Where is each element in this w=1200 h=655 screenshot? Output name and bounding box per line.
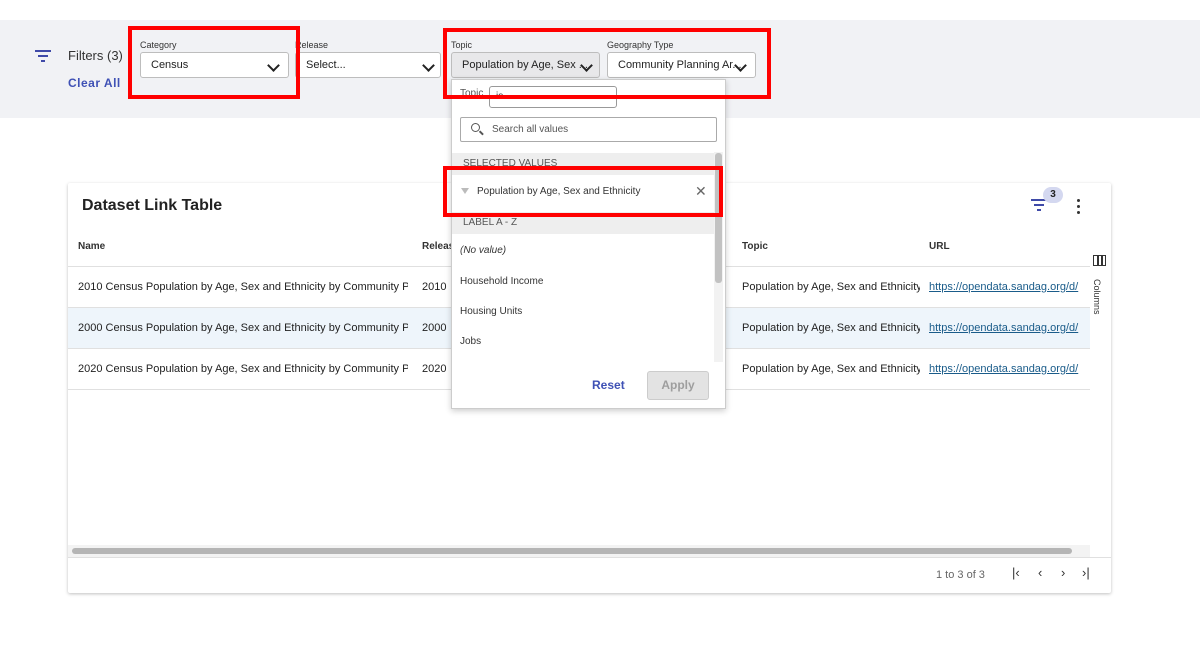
category-label: Category (140, 40, 177, 50)
column-header-topic[interactable]: Topic (742, 241, 768, 252)
columns-icon[interactable] (1093, 255, 1106, 266)
search-icon (471, 123, 480, 132)
topic-value: Population by Age, Sex ... (462, 59, 588, 71)
cell-topic: Population by Age, Sex and Ethnicity (742, 322, 920, 334)
list-item[interactable]: Household Income (460, 276, 543, 287)
release-select[interactable]: Select... (295, 52, 441, 78)
cell-topic: Population by Age, Sex and Ethnicity (742, 363, 920, 375)
next-page-button[interactable]: › (1061, 565, 1065, 580)
release-value: Select... (306, 59, 346, 71)
list-item[interactable]: (No value) (460, 245, 506, 256)
cell-release: 2020 (422, 363, 447, 375)
search-placeholder: Search all values (492, 124, 569, 135)
cell-name: 2000 Census Population by Age, Sex and E… (78, 322, 408, 334)
topic-select[interactable]: Population by Age, Sex ... (451, 52, 600, 78)
columns-panel-tab[interactable]: Columns (1092, 279, 1102, 315)
reset-button[interactable]: Reset (592, 378, 625, 392)
filter-list-icon[interactable] (35, 50, 51, 62)
cell-release: 2000 (422, 322, 447, 334)
close-icon[interactable]: ✕ (695, 183, 707, 200)
pagination-summary: 1 to 3 of 3 (936, 569, 985, 581)
more-options-icon[interactable] (1077, 199, 1081, 215)
release-label: Release (295, 40, 329, 50)
table-title: Dataset Link Table (82, 197, 223, 214)
cell-name: 2020 Census Population by Age, Sex and E… (78, 363, 408, 375)
search-input[interactable]: Search all values (460, 117, 717, 142)
category-select[interactable]: Census (140, 52, 289, 78)
cell-url-link[interactable]: https://opendata.sandag.org/d/ (929, 322, 1090, 334)
geography-select[interactable]: Community Planning Ar... (607, 52, 756, 78)
chevron-down-icon (422, 59, 435, 72)
clear-all-button[interactable]: Clear All (68, 76, 121, 90)
geography-label: Geography Type (607, 40, 674, 50)
filter-count-badge: 3 (1043, 187, 1063, 203)
selected-values-header: SELECTED VALUES (452, 153, 714, 175)
popup-scrollbar-thumb[interactable] (715, 153, 722, 283)
filters-count-label: Filters (3) (68, 48, 123, 63)
last-page-button[interactable]: ›| (1082, 565, 1090, 580)
cell-url-link[interactable]: https://opendata.sandag.org/d/ (929, 363, 1090, 375)
prev-page-button[interactable]: ‹ (1038, 565, 1042, 580)
geography-value: Community Planning Ar... (618, 59, 742, 71)
column-header-url[interactable]: URL (929, 241, 950, 252)
list-item[interactable]: Housing Units (460, 306, 522, 317)
condition-label: Topic (460, 88, 484, 99)
list-item[interactable]: Jobs (460, 336, 481, 347)
selected-value-item[interactable]: Population by Age, Sex and Ethnicity ✕ (452, 178, 714, 208)
horizontal-scrollbar-thumb[interactable] (72, 548, 1072, 554)
category-value: Census (151, 59, 189, 71)
chevron-down-icon (267, 59, 280, 72)
cell-topic: Population by Age, Sex and Ethnicity (742, 281, 920, 293)
condition-select[interactable]: is (489, 86, 617, 108)
column-header-name[interactable]: Name (78, 241, 105, 252)
cell-url-link[interactable]: https://opendata.sandag.org/d/ (929, 281, 1090, 293)
label-sort-header: LABEL A - Z (452, 212, 714, 234)
topic-label: Topic (451, 40, 473, 50)
first-page-button[interactable]: |‹ (1012, 565, 1020, 580)
cell-release: 2010 (422, 281, 447, 293)
apply-button[interactable]: Apply (647, 371, 709, 400)
funnel-icon (461, 188, 469, 194)
cell-name: 2010 Census Population by Age, Sex and E… (78, 281, 408, 293)
topic-filter-popup: Topic is Search all values SELECTED VALU… (451, 79, 726, 409)
selected-value-label: Population by Age, Sex and Ethnicity (477, 186, 641, 197)
footer-divider (68, 557, 1111, 558)
